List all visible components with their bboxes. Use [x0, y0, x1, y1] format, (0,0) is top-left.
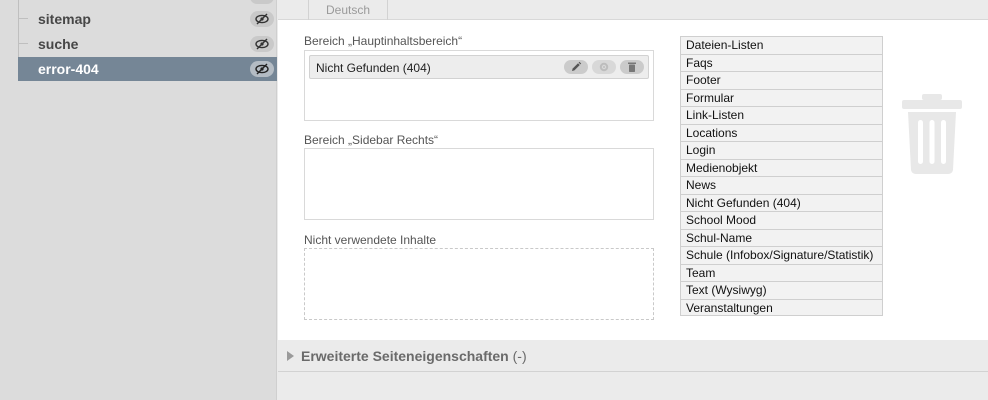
area-dropzone-sidebar[interactable] [304, 148, 654, 220]
content-editor: Bereich „Hauptinhaltsbereich“ Nicht Gefu… [278, 20, 988, 340]
content-type-item[interactable]: Formular [680, 88, 883, 106]
content-type-item[interactable]: Login [680, 141, 883, 159]
tree-item-sitemap[interactable]: sitemap [18, 7, 277, 31]
content-type-item[interactable]: Veranstaltungen [680, 298, 883, 316]
trash-drop-target[interactable] [898, 92, 966, 181]
delete-button[interactable] [620, 60, 644, 74]
content-type-item[interactable]: Footer [680, 71, 883, 89]
area-dropzone-hauptinhalt[interactable]: Nicht Gefunden (404) [304, 50, 654, 121]
eye-slash-icon [255, 38, 269, 50]
tree-item-label: sitemap [38, 11, 91, 27]
content-type-item[interactable]: Schul-Name [680, 228, 883, 246]
content-type-item[interactable]: Schule (Infobox/Signature/Statistik) [680, 246, 883, 264]
visibility-toggle-button[interactable] [250, 36, 274, 52]
visibility-toggle-button[interactable] [250, 11, 274, 27]
tree-branch [18, 43, 28, 44]
gear-icon [599, 62, 609, 72]
content-type-item[interactable]: News [680, 176, 883, 194]
content-type-item[interactable]: Nicht Gefunden (404) [680, 193, 883, 211]
settings-button[interactable] [592, 60, 616, 74]
content-item-label: Nicht Gefunden (404) [316, 61, 431, 75]
visibility-toggle-button[interactable] [250, 61, 274, 77]
tree-item-label: suche [38, 36, 79, 52]
trash-icon [902, 94, 962, 174]
advanced-properties-section[interactable]: Erweiterte Seiteneigenschaften (-) [278, 340, 988, 372]
tree-item-suche[interactable]: suche [18, 32, 277, 56]
area-label-unused: Nicht verwendete Inhalte [304, 233, 437, 247]
language-tabbar: Deutsch [278, 0, 988, 20]
area-label-hauptinhalt: Bereich „Hauptinhaltsbereich“ [304, 34, 463, 48]
eye-slash-icon [255, 13, 269, 25]
section-title: Erweiterte Seiteneigenschaften (-) [301, 348, 527, 364]
content-type-item[interactable]: Dateien-Listen [680, 36, 883, 54]
triangle-right-icon [287, 351, 294, 361]
visibility-toggle-partial[interactable] [250, 0, 274, 4]
section-title-text: Erweiterte Seiteneigenschaften [301, 348, 509, 364]
edit-button[interactable] [564, 60, 588, 74]
page-tree-sidebar: sitemap suche error-404 [0, 0, 277, 400]
content-type-item[interactable]: Locations [680, 123, 883, 141]
area-dropzone-unused[interactable] [304, 248, 654, 320]
tree-item-error-404[interactable]: error-404 [18, 57, 277, 81]
eye-slash-icon [255, 63, 269, 75]
tab-deutsch[interactable]: Deutsch [308, 0, 388, 20]
content-type-item[interactable]: Medienobjekt [680, 158, 883, 176]
content-type-item[interactable]: Faqs [680, 53, 883, 71]
content-type-item[interactable]: Text (Wysiwyg) [680, 281, 883, 299]
section-count: (-) [512, 348, 527, 364]
tree-item-label: error-404 [38, 61, 99, 77]
content-item[interactable]: Nicht Gefunden (404) [309, 55, 649, 79]
content-type-item[interactable]: Team [680, 263, 883, 281]
content-type-item[interactable]: Link-Listen [680, 106, 883, 124]
area-label-sidebar: Bereich „Sidebar Rechts“ [304, 133, 439, 147]
pencil-icon [572, 61, 582, 71]
content-type-list: Dateien-Listen Faqs Footer Formular Link… [680, 36, 883, 316]
content-type-item[interactable]: School Mood [680, 211, 883, 229]
main-panel: Deutsch Bereich „Hauptinhaltsbereich“ Ni… [278, 0, 988, 400]
trash-icon [628, 62, 636, 72]
tree-branch [18, 18, 28, 19]
